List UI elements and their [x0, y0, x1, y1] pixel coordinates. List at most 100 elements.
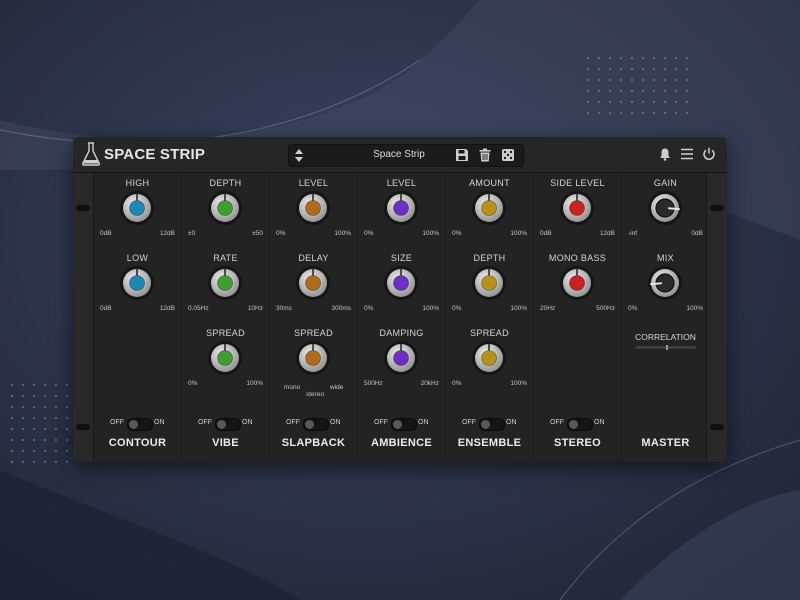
- ensemble-bypass-toggle[interactable]: OFF ON: [446, 418, 533, 431]
- knob-mid-label: stereo: [306, 391, 325, 398]
- toggle-on-label: ON: [242, 419, 253, 426]
- toggle-switch[interactable]: [479, 418, 505, 431]
- toggle-thumb[interactable]: [217, 420, 226, 429]
- knob-min-label: -inf: [628, 230, 638, 237]
- knob[interactable]: [471, 340, 507, 376]
- knob-max-label: 100%: [510, 230, 527, 237]
- knob[interactable]: [647, 190, 683, 226]
- knob-label: LOW: [126, 253, 149, 263]
- left-rack-rail: [73, 173, 94, 462]
- save-icon[interactable]: [455, 148, 469, 162]
- knob[interactable]: [559, 190, 595, 226]
- slapback-level-control: LEVEL 0% 100%: [270, 178, 357, 248]
- knob-max-label: 12dB: [159, 230, 175, 237]
- toggle-switch[interactable]: [127, 418, 153, 431]
- ensemble-depth-control: DEPTH 0% 100%: [446, 253, 533, 323]
- preset-selector[interactable]: Space Strip: [288, 144, 524, 167]
- plugin-title: SPACE STRIP: [104, 146, 206, 163]
- toggle-off-label: OFF: [198, 419, 212, 426]
- toggle-thumb[interactable]: [481, 420, 490, 429]
- toggle-on-label: ON: [506, 419, 517, 426]
- knob-label: SIZE: [390, 253, 413, 263]
- knob-min-label: 500Hz: [364, 380, 383, 387]
- module-master: GAIN -inf 0dB MIX 0% 100% CORRELATION MASTER: [622, 173, 709, 462]
- knob-label: DEPTH: [209, 178, 242, 188]
- knob[interactable]: [207, 190, 243, 226]
- knob-min-label: 0%: [364, 230, 374, 237]
- toggle-switch[interactable]: [215, 418, 241, 431]
- knob-max-label: 100%: [422, 305, 439, 312]
- knob[interactable]: [295, 265, 331, 301]
- knob-label: LEVEL: [386, 178, 417, 188]
- toggle-switch[interactable]: [391, 418, 417, 431]
- toggle-thumb[interactable]: [305, 420, 314, 429]
- knob[interactable]: [383, 340, 419, 376]
- toggle-on-label: ON: [418, 419, 429, 426]
- toggle-thumb[interactable]: [129, 420, 138, 429]
- knob-label: MIX: [657, 253, 674, 263]
- toggle-switch[interactable]: [303, 418, 329, 431]
- slapback-bypass-toggle[interactable]: OFF ON: [270, 418, 357, 431]
- contour-bypass-toggle[interactable]: OFF ON: [94, 418, 181, 431]
- knob[interactable]: [295, 340, 331, 376]
- knob[interactable]: [471, 190, 507, 226]
- knob[interactable]: [471, 265, 507, 301]
- knob-label: DAMPING: [379, 328, 424, 338]
- knob-min-label: 0.05Hz: [188, 305, 209, 312]
- knob-max-label: 12dB: [599, 230, 615, 237]
- rack-screw: [76, 424, 90, 430]
- knob-min-label: 0%: [452, 305, 462, 312]
- trash-icon[interactable]: [478, 148, 492, 162]
- knob-min-label: ±0: [188, 230, 196, 237]
- knob-max-label: 10Hz: [247, 305, 263, 312]
- toggle-off-label: OFF: [550, 419, 564, 426]
- knob-label: GAIN: [653, 178, 678, 188]
- knob-min-label: 0%: [188, 380, 198, 387]
- up-down-arrows-icon[interactable]: [294, 148, 304, 163]
- vibe-depth-control: DEPTH ±0 ±50: [182, 178, 269, 248]
- knob[interactable]: [559, 265, 595, 301]
- contour-high-control: HIGH 0dB 12dB: [94, 178, 181, 248]
- knob[interactable]: [207, 340, 243, 376]
- module-vibe: DEPTH ±0 ±50 RATE 0.05Hz 10Hz SPREAD 0% 100% OFF O…: [182, 173, 270, 462]
- dice-icon[interactable]: [501, 148, 515, 162]
- vibe-spread-control: SPREAD 0% 100%: [182, 328, 269, 398]
- knob[interactable]: [647, 265, 683, 301]
- knob[interactable]: [207, 265, 243, 301]
- preset-name[interactable]: Space Strip: [329, 149, 469, 160]
- stereo-bypass-toggle[interactable]: OFF ON: [534, 418, 621, 431]
- toggle-switch[interactable]: [567, 418, 593, 431]
- knob-label: SPREAD: [206, 328, 245, 338]
- knob-label: AMOUNT: [469, 178, 510, 188]
- hamburger-menu-icon[interactable]: [680, 147, 694, 161]
- toggle-on-label: ON: [330, 419, 341, 426]
- knob-label: MONO BASS: [548, 253, 607, 263]
- knob[interactable]: [295, 190, 331, 226]
- plugin-header: SPACE STRIP Space Strip: [73, 137, 727, 173]
- toggle-off-label: OFF: [374, 419, 388, 426]
- toggle-thumb[interactable]: [393, 420, 402, 429]
- knob[interactable]: [119, 190, 155, 226]
- knob-min-label: 0%: [452, 230, 462, 237]
- module-name: SLAPBACK: [281, 437, 346, 449]
- ambience-bypass-toggle[interactable]: OFF ON: [358, 418, 445, 431]
- knob-max-label: 100%: [246, 380, 263, 387]
- flask-icon: [81, 142, 101, 166]
- knob-pointer: [650, 282, 663, 286]
- knob[interactable]: [119, 265, 155, 301]
- knob-label: RATE: [213, 253, 238, 263]
- module-name: STEREO: [553, 437, 602, 449]
- knob-label: SPREAD: [470, 328, 509, 338]
- knob-min-label: 30ms: [276, 305, 292, 312]
- knob[interactable]: [383, 265, 419, 301]
- toggle-on-label: ON: [154, 419, 165, 426]
- rack-screw: [710, 424, 724, 430]
- toggle-thumb[interactable]: [569, 420, 578, 429]
- module-name: VIBE: [212, 437, 239, 449]
- power-icon[interactable]: [702, 147, 716, 161]
- knob-max-label: 300ms: [331, 305, 351, 312]
- vibe-bypass-toggle[interactable]: OFF ON: [182, 418, 269, 431]
- knob[interactable]: [383, 190, 419, 226]
- bell-icon[interactable]: [658, 147, 672, 161]
- contour-low-control: LOW 0dB 12dB: [94, 253, 181, 323]
